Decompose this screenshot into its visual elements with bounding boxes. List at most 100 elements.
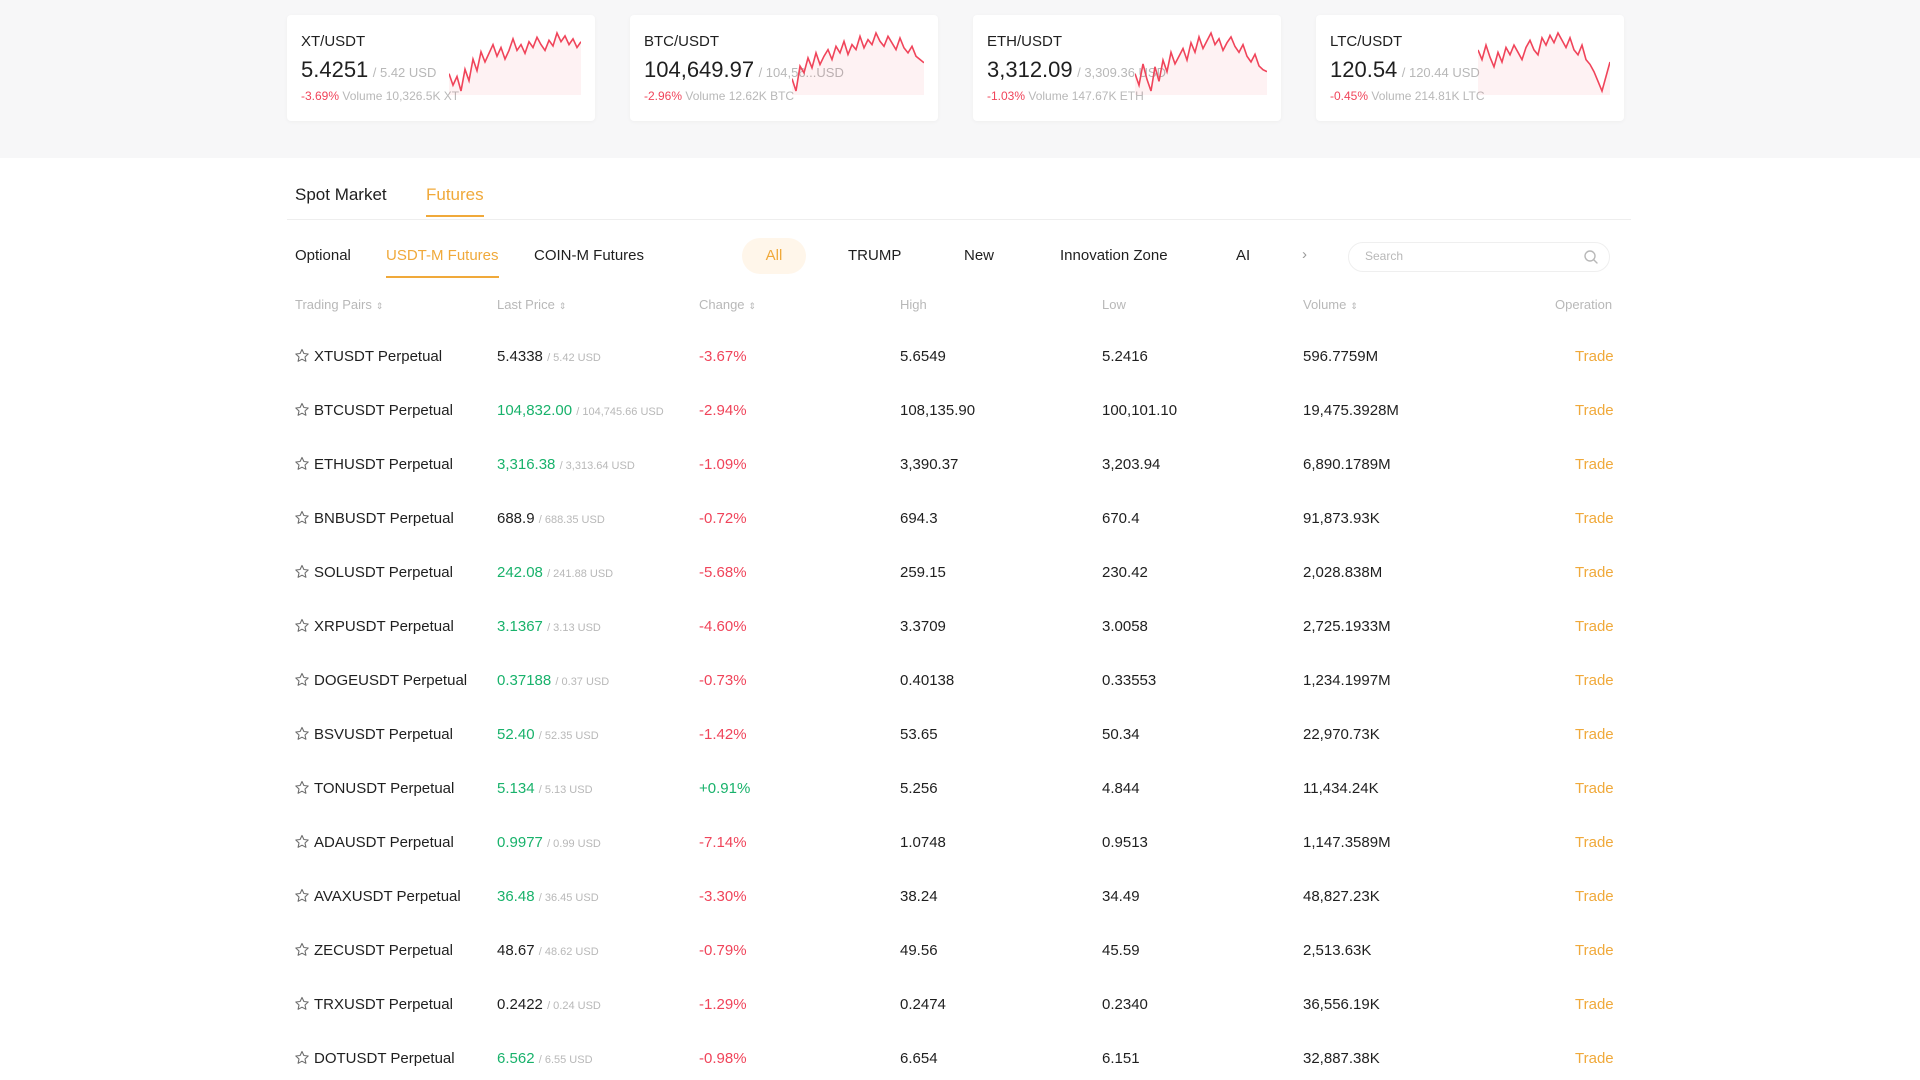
ticker-card-3[interactable]: LTC/USDT 120.54 / 120.44 USD -0.45% Volu… [1316,15,1624,121]
table-row[interactable]: SOLUSDT Perpetual 242.08 / 241.88 USD -5.6… [287,548,1631,602]
table-row[interactable]: BTCUSDT Perpetual 104,832.00 / 104,745.66… [287,386,1631,440]
search-box[interactable] [1348,242,1610,272]
volume-value: 2,513.63K [1303,942,1372,959]
last-price: 6.562 [497,1050,535,1067]
table-row[interactable]: TRXUSDT Perpetual 0.2422 / 0.24 USD -1.29%… [287,980,1631,1034]
table-row[interactable]: ETHUSDT Perpetual 3,316.38 / 3,313.64 USD… [287,440,1631,494]
last-price: 0.37188 [497,672,552,689]
pair-name[interactable]: BTCUSDT Perpetual [314,402,453,419]
star-icon[interactable] [294,1050,310,1066]
trade-button[interactable]: Trade [1575,672,1614,689]
table-row[interactable]: XRPUSDT Perpetual 3.1367 / 3.13 USD -4.60%… [287,602,1631,656]
last-price-cell: 36.48 / 36.45 USD [497,888,599,905]
pair-name[interactable]: TRXUSDT Perpetual [314,996,453,1013]
change-value: -7.14% [699,834,747,851]
ticker-card-0[interactable]: XT/USDT 5.4251 / 5.42 USD -3.69% Volume … [287,15,595,121]
table-row[interactable]: DOGEUSDT Perpetual 0.37188 / 0.37 USD -0.7… [287,656,1631,710]
filter-all[interactable]: All [742,238,806,274]
trade-button[interactable]: Trade [1575,456,1614,473]
pair-name[interactable]: DOGEUSDT Perpetual [314,672,467,689]
star-icon[interactable] [294,726,310,742]
last-price: 5.4338 [497,348,543,365]
pair-name[interactable]: SOLUSDT Perpetual [314,564,453,581]
star-icon[interactable] [294,996,310,1012]
star-icon[interactable] [294,942,310,958]
tab-spot-market[interactable]: Spot Market [295,185,387,215]
column-header-trading-pairs[interactable]: Trading Pairs ⇕ [295,297,383,312]
pair-name[interactable]: BNBUSDT Perpetual [314,510,454,527]
last-price-usd: / 5.13 USD [538,784,593,796]
star-icon[interactable] [294,510,310,526]
last-price-usd: / 0.37 USD [555,676,610,688]
volume-value: 1,147.3589M [1303,834,1391,851]
column-header-volume[interactable]: Volume ⇕ [1303,297,1358,312]
tab-optional[interactable]: Optional [295,247,351,276]
trade-button[interactable]: Trade [1575,402,1614,419]
star-icon[interactable] [294,672,310,688]
trade-button[interactable]: Trade [1575,564,1614,581]
star-icon[interactable] [294,402,310,418]
trade-button[interactable]: Trade [1575,780,1614,797]
pair-name[interactable]: TONUSDT Perpetual [314,780,454,797]
star-icon[interactable] [294,888,310,904]
table-row[interactable]: ZECUSDT Perpetual 48.67 / 48.62 USD -0.79%… [287,926,1631,980]
volume-value: 1,234.1997M [1303,672,1391,689]
last-price-usd: / 0.99 USD [547,838,601,850]
column-header-last-price[interactable]: Last Price ⇕ [497,297,566,312]
last-price-cell: 6.562 / 6.55 USD [497,1050,593,1067]
tab-usdt-m-futures[interactable]: USDT-M Futures [386,247,499,278]
column-header-change[interactable]: Change ⇕ [699,297,756,312]
pair-name[interactable]: DOTUSDT Perpetual [314,1050,455,1067]
table-row[interactable]: DOTUSDT Perpetual 6.562 / 6.55 USD -0.98% 6… [287,1034,1631,1080]
high-value: 5.256 [900,780,938,797]
low-value: 50.34 [1102,726,1140,743]
star-icon[interactable] [294,618,310,634]
volume-value: 11,434.24K [1303,780,1379,797]
pair-name[interactable]: XTUSDT Perpetual [314,348,442,365]
table-row[interactable]: XTUSDT Perpetual 5.4338 / 5.42 USD -3.67% 5… [287,332,1631,386]
high-value: 53.65 [900,726,938,743]
trade-button[interactable]: Trade [1575,996,1614,1013]
trade-button[interactable]: Trade [1575,1050,1614,1067]
table-row[interactable]: ADAUSDT Perpetual 0.9977 / 0.99 USD -7.14%… [287,818,1631,872]
trade-button[interactable]: Trade [1575,510,1614,527]
star-icon[interactable] [294,834,310,850]
chevron-right-icon[interactable]: › [1302,246,1307,263]
ticker-card-1[interactable]: BTC/USDT 104,649.97 / 104,56...USD -2.96… [630,15,938,121]
search-input[interactable] [1365,249,1575,263]
pair-name[interactable]: ZECUSDT Perpetual [314,942,453,959]
pair-name[interactable]: ADAUSDT Perpetual [314,834,454,851]
star-icon[interactable] [294,348,310,364]
table-row[interactable]: TONUSDT Perpetual 5.134 / 5.13 USD +0.91% 5… [287,764,1631,818]
pair-name[interactable]: BSVUSDT Perpetual [314,726,453,743]
search-icon[interactable] [1583,249,1599,265]
pair-name[interactable]: ETHUSDT Perpetual [314,456,453,473]
ticker-card-2[interactable]: ETH/USDT 3,312.09 / 3,309.36 USD -1.03% … [973,15,1281,121]
trade-button[interactable]: Trade [1575,348,1614,365]
filter-innovation-zone[interactable]: Innovation Zone [1060,247,1168,264]
star-icon[interactable] [294,780,310,796]
trade-button[interactable]: Trade [1575,834,1614,851]
high-value: 3.3709 [900,618,946,635]
last-price: 242.08 [497,564,543,581]
trade-button[interactable]: Trade [1575,888,1614,905]
volume-value: 32,887.38K [1303,1050,1380,1067]
table-row[interactable]: AVAXUSDT Perpetual 36.48 / 36.45 USD -3.30… [287,872,1631,926]
star-icon[interactable] [294,564,310,580]
pair-name[interactable]: XRPUSDT Perpetual [314,618,454,635]
star-icon[interactable] [294,456,310,472]
filter-ai[interactable]: AI [1236,247,1250,264]
low-value: 45.59 [1102,942,1140,959]
tab-futures[interactable]: Futures [426,185,484,217]
trade-button[interactable]: Trade [1575,726,1614,743]
trade-button[interactable]: Trade [1575,942,1614,959]
trade-button[interactable]: Trade [1575,618,1614,635]
table-row[interactable]: BNBUSDT Perpetual 688.9 / 688.35 USD -0.72… [287,494,1631,548]
pair-name[interactable]: AVAXUSDT Perpetual [314,888,461,905]
tab-coin-m-futures[interactable]: COIN-M Futures [534,247,644,276]
filter-trump[interactable]: TRUMP [848,247,901,264]
table-row[interactable]: BSVUSDT Perpetual 52.40 / 52.35 USD -1.42%… [287,710,1631,764]
high-value: 259.15 [900,564,946,581]
high-value: 0.2474 [900,996,946,1013]
filter-new[interactable]: New [964,247,994,264]
